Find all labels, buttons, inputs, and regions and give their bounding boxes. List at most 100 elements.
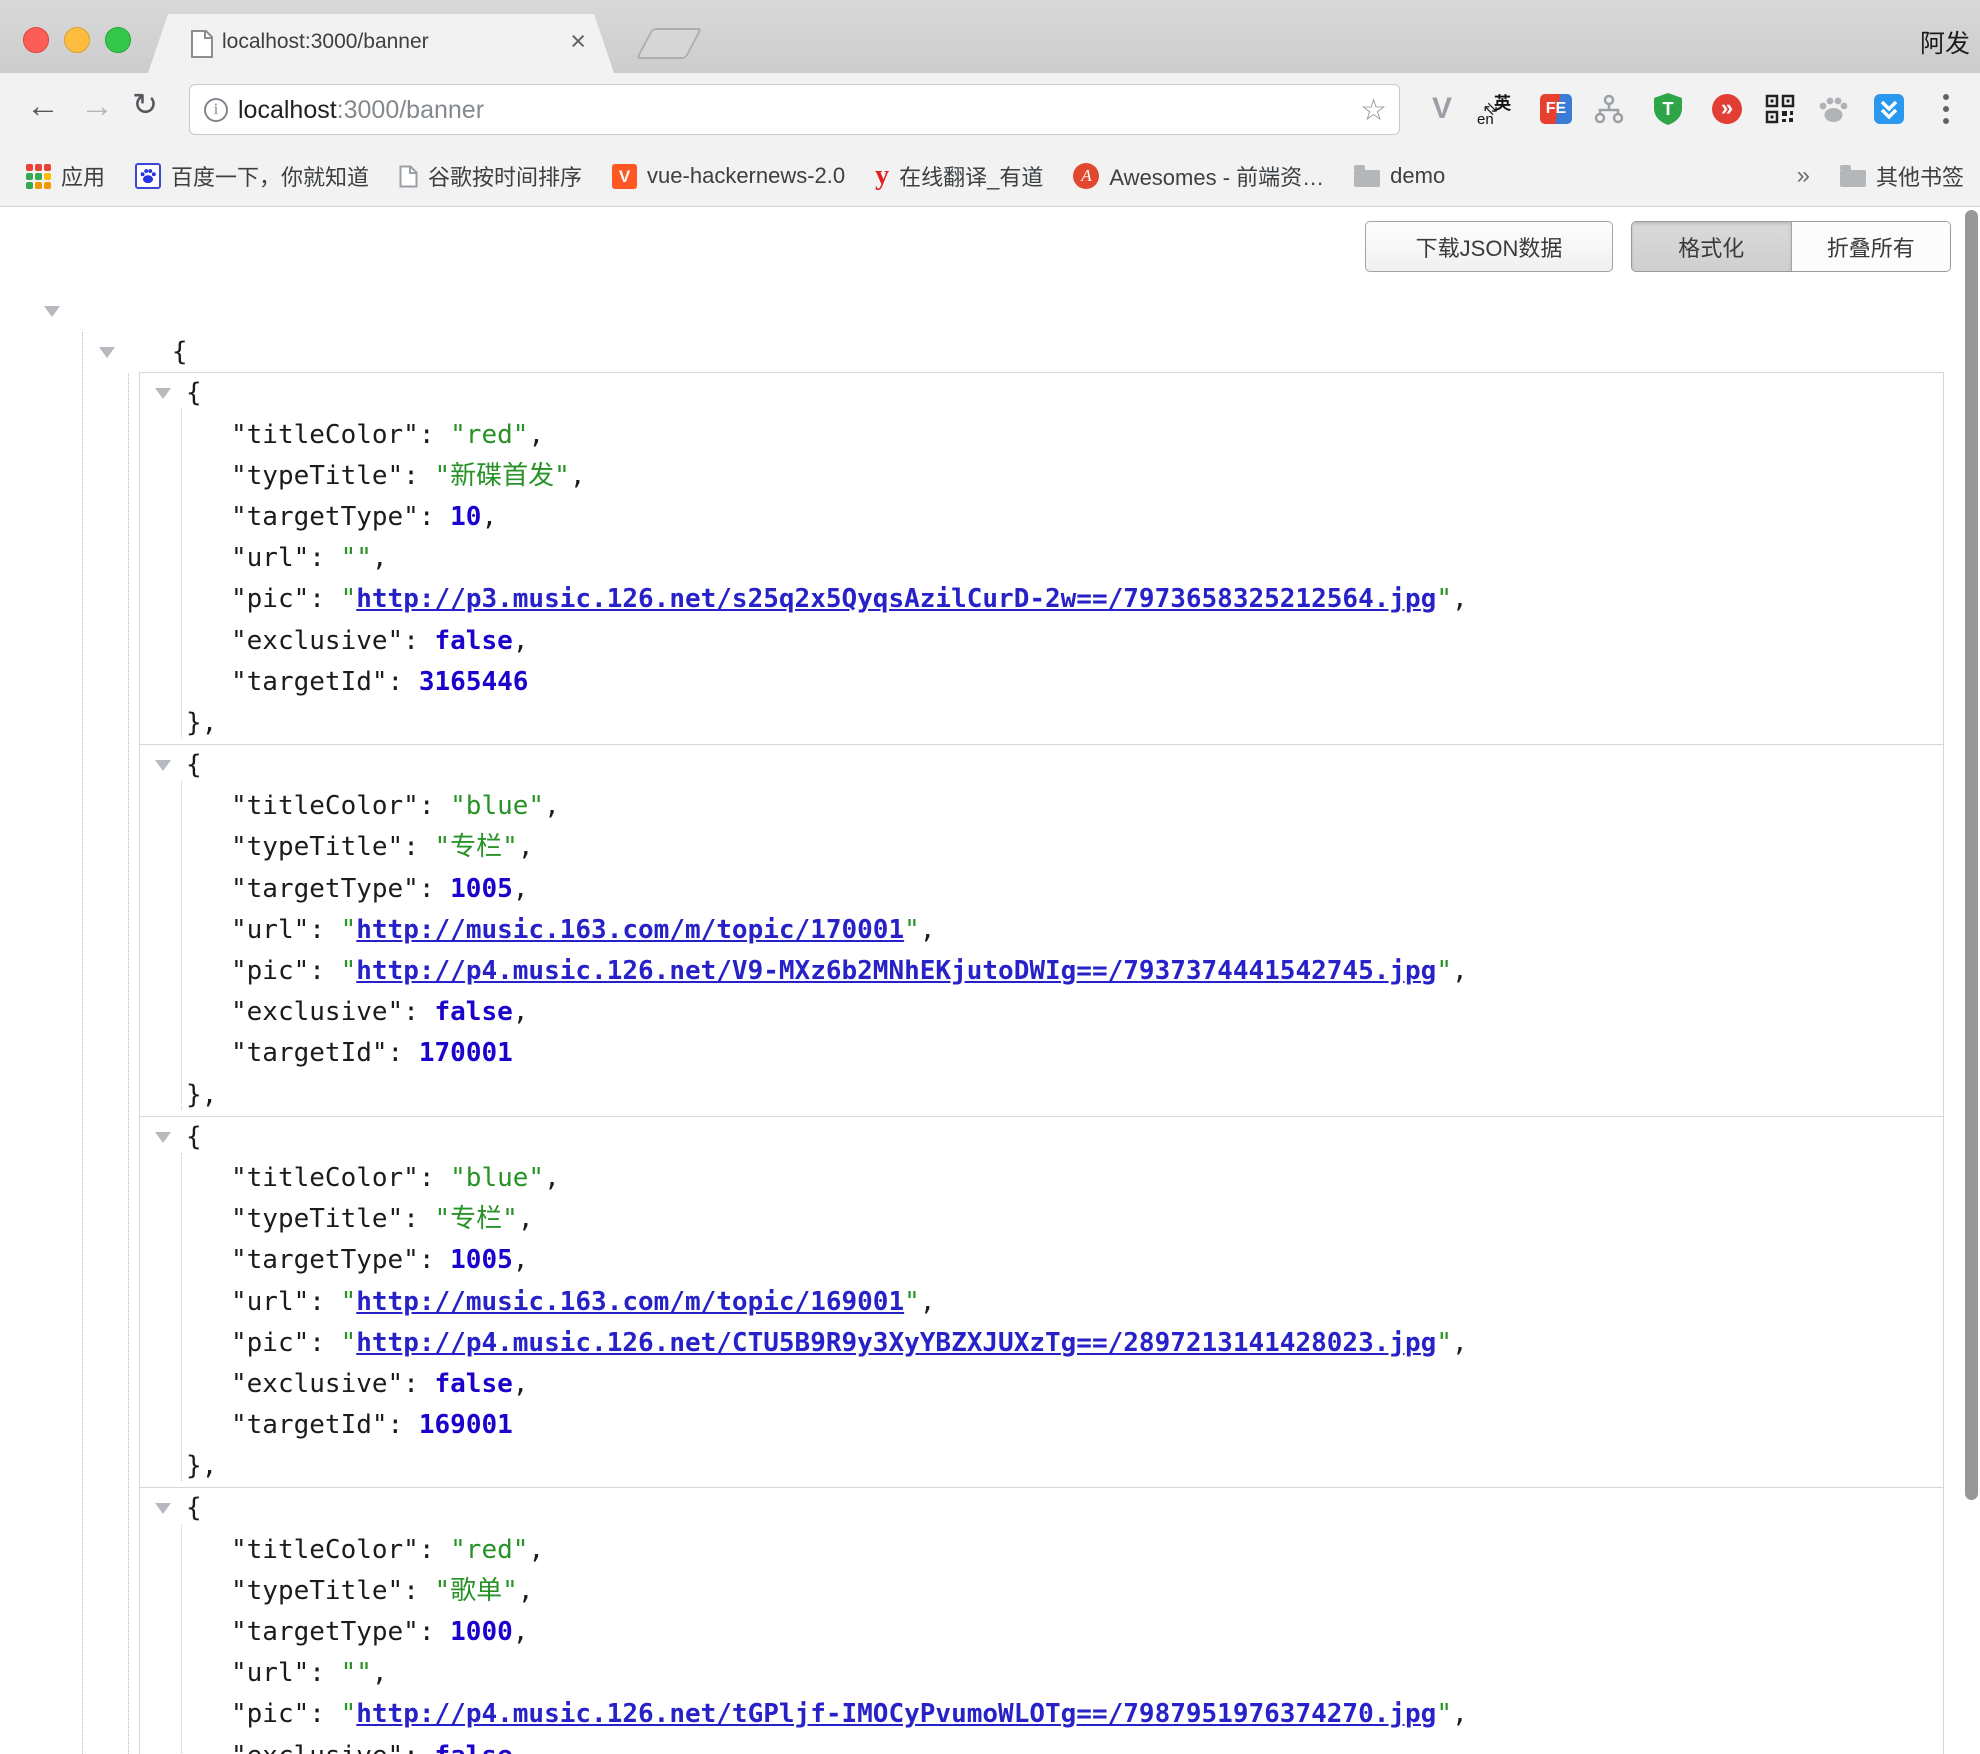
page-icon (190, 30, 214, 58)
new-tab-button[interactable] (636, 28, 702, 59)
address-bar[interactable]: i localhost:3000/banner ☆ (189, 84, 1400, 135)
bookmark-item[interactable]: 百度一下，你就知道 (135, 160, 369, 192)
profile-name[interactable]: 阿发 (1920, 24, 1970, 60)
page-info-icon[interactable]: i (204, 98, 228, 122)
json-key: "typeTitle" (231, 461, 403, 491)
json-field-line: "titleColor": "blue", (140, 1158, 1943, 1199)
json-literal-value: 169001 (419, 1410, 513, 1440)
close-window-button[interactable] (23, 27, 49, 53)
json-link[interactable]: http://music.163.com/m/topic/170001 (356, 915, 904, 945)
json-field-line: "targetId": 169001 (140, 1405, 1943, 1446)
json-key: "exclusive" (231, 1741, 403, 1754)
folder-icon (1840, 170, 1866, 187)
collapse-toggle-icon[interactable] (155, 760, 171, 771)
json-link[interactable]: http://p4.music.126.net/tGPljf-IMOCyPvum… (356, 1699, 1436, 1729)
json-string-value: "" (341, 543, 372, 573)
json-link[interactable]: http://music.163.com/m/topic/169001 (356, 1287, 904, 1317)
json-field-line: "titleColor": "red", (140, 1530, 1943, 1571)
collapse-toggle-icon[interactable] (44, 306, 60, 317)
json-link[interactable]: http://p3.music.126.net/s25q2x5QyqsAzilC… (356, 584, 1436, 614)
json-key: "targetType" (231, 502, 419, 532)
bookmark-star-icon[interactable]: ☆ (1360, 93, 1387, 128)
other-bookmarks-folder[interactable]: 其他书签 (1840, 160, 1964, 192)
download-manager-icon[interactable] (1871, 91, 1907, 127)
json-key: "pic" (231, 1328, 309, 1358)
paw-icon[interactable] (1815, 91, 1851, 127)
json-string-value: "歌单" (435, 1576, 518, 1606)
awesomes-a-icon: A (1073, 163, 1099, 189)
shield-t-icon[interactable]: T (1650, 91, 1686, 127)
apps-grid-icon (26, 164, 51, 189)
collapse-toggle-icon[interactable] (155, 388, 171, 399)
url-text[interactable]: localhost:3000/banner (238, 96, 484, 125)
json-key: "targetId" (231, 667, 388, 697)
page-content: 下载JSON数据 格式化 折叠所有 { "banners": [ {"title… (0, 207, 1980, 1754)
json-field-line: "titleColor": "red", (140, 415, 1943, 456)
collapse-toggle-icon[interactable] (155, 1132, 171, 1143)
menu-dots-icon[interactable] (1928, 91, 1964, 127)
bookmark-label: vue-hackernews-2.0 (647, 163, 845, 189)
sitemap-icon[interactable] (1591, 91, 1627, 127)
json-key: "targetType" (231, 1245, 419, 1275)
forward-button: → (80, 87, 114, 126)
json-field-line: "typeTitle": "专栏", (140, 827, 1943, 868)
bookmark-item[interactable]: demo (1354, 163, 1445, 189)
json-field-line: "targetType": 1005, (140, 1240, 1943, 1281)
bookmark-item[interactable]: Vvue-hackernews-2.0 (612, 163, 845, 189)
qr-code-icon[interactable] (1762, 91, 1798, 127)
fast-forward-icon[interactable]: » (1709, 91, 1745, 127)
json-key: "titleColor" (231, 420, 419, 450)
json-key: "titleColor" (231, 791, 419, 821)
json-key: "targetType" (231, 1617, 419, 1647)
json-literal-value: false (435, 626, 513, 656)
bookmark-item[interactable]: 应用 (26, 160, 105, 192)
vertical-scrollbar-thumb[interactable] (1965, 210, 1978, 1500)
page-icon (399, 165, 418, 188)
bookmark-label: 其他书签 (1876, 160, 1964, 192)
json-field-line: "targetType": 1005, (140, 869, 1943, 910)
back-button[interactable]: ← (26, 87, 60, 126)
json-field-line: "typeTitle": "新碟首发", (140, 456, 1943, 497)
json-literal-value: 1005 (450, 1245, 513, 1275)
json-literal-value: 1005 (450, 874, 513, 904)
json-literal-value: 170001 (419, 1038, 513, 1068)
collapse-toggle-icon[interactable] (99, 347, 115, 358)
json-object-close-line: }, (140, 703, 1943, 744)
json-string-value: "blue" (450, 1163, 544, 1193)
json-link[interactable]: http://p4.music.126.net/CTU5B9R9y3XyYBZX… (356, 1328, 1436, 1358)
json-key: "pic" (231, 956, 309, 986)
json-link[interactable]: http://p4.music.126.net/V9-MXz6b2MNhEKju… (356, 956, 1436, 986)
json-object-open-line: { (140, 1117, 1943, 1158)
bookmarks-overflow-chevron[interactable]: » (1797, 162, 1810, 190)
json-key: "typeTitle" (231, 832, 403, 862)
url-host: localhost (238, 96, 337, 124)
translate-icon[interactable]: ⇄ 英 en (1476, 91, 1512, 127)
json-tree: { "banners": [ {"titleColor": "red","typ… (0, 207, 1980, 1754)
reload-button[interactable]: ↻ (132, 87, 158, 123)
bookmark-item[interactable]: AAwesomes - 前端资… (1073, 160, 1324, 192)
minimize-window-button[interactable] (64, 27, 90, 53)
json-object-open-line: { (140, 1488, 1943, 1529)
json-string-value: "blue" (450, 791, 544, 821)
vue-devtools-icon[interactable]: V (1424, 91, 1460, 127)
collapse-toggle-icon[interactable] (155, 1503, 171, 1514)
bookmark-item[interactable]: y在线翻译_有道 (875, 160, 1043, 192)
fe-extension-icon[interactable]: FE (1538, 91, 1574, 127)
json-literal-value: 1000 (450, 1617, 513, 1647)
json-field-line: "url": "", (140, 538, 1943, 579)
json-field-line: "exclusive": false, (140, 1364, 1943, 1405)
json-field-line: "url": "http://music.163.com/m/topic/169… (140, 1282, 1943, 1323)
json-field-line: "exclusive": false (140, 1736, 1943, 1754)
bookmark-item[interactable]: 谷歌按时间排序 (399, 160, 582, 192)
json-key: "typeTitle" (231, 1576, 403, 1606)
json-key: "url" (231, 543, 309, 573)
json-array-items: {"titleColor": "red","typeTitle": "新碟首发"… (0, 372, 1980, 1754)
tab-close-icon[interactable]: × (570, 26, 586, 57)
json-literal-value: false (435, 1741, 513, 1754)
zoom-window-button[interactable] (105, 27, 131, 53)
json-field-line: "titleColor": "blue", (140, 786, 1943, 827)
json-object-close-line: }, (140, 1446, 1943, 1487)
json-literal-value: 3165446 (419, 667, 529, 697)
browser-tab[interactable]: localhost:3000/banner × (148, 14, 614, 73)
json-field-line: "typeTitle": "歌单", (140, 1571, 1943, 1612)
